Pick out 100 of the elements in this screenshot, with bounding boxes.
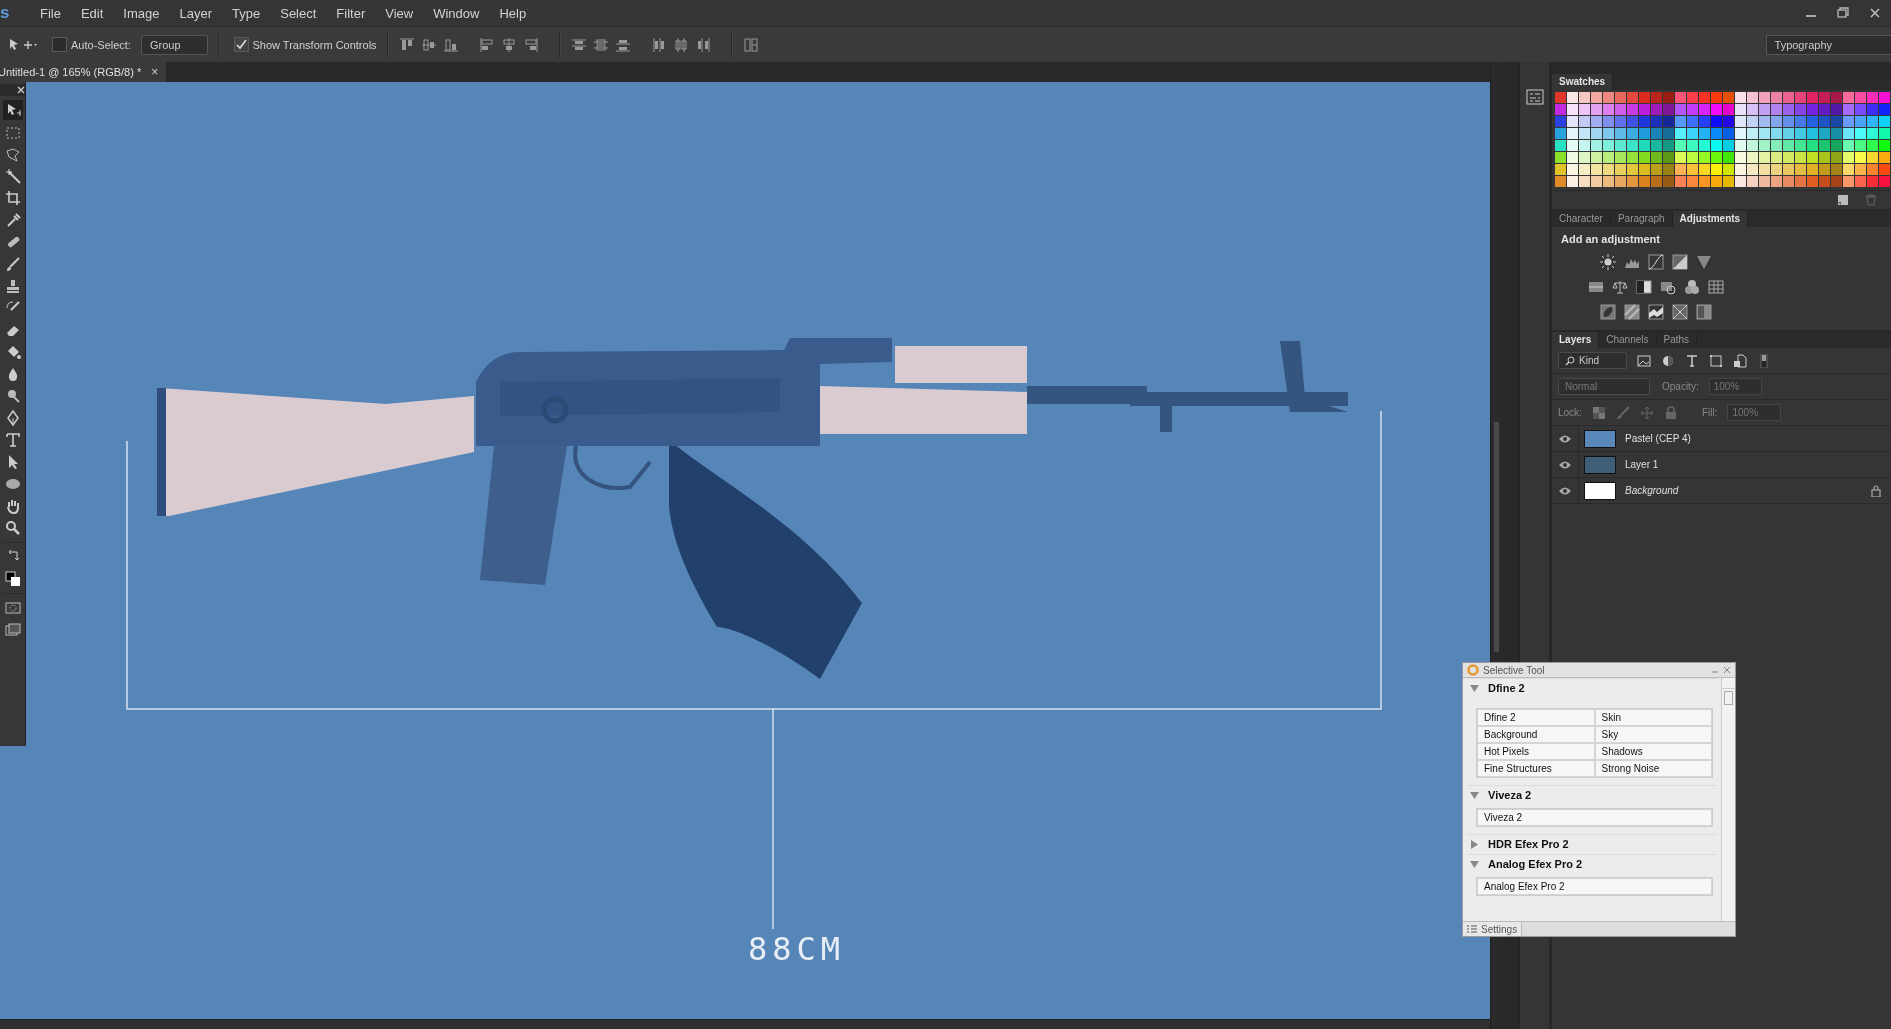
plugin-option[interactable]: Dfine 2: [1477, 709, 1595, 726]
menu-item[interactable]: File: [30, 5, 71, 21]
section-header[interactable]: HDR Efex Pro 2: [1467, 834, 1717, 854]
filter-dropdown[interactable]: Kind: [1558, 352, 1627, 369]
hand-tool-icon[interactable]: [4, 498, 21, 514]
align-left-icon[interactable]: [478, 36, 495, 53]
swatch-grid-drawing[interactable]: [1555, 92, 1891, 188]
menu-item[interactable]: Help: [489, 5, 537, 21]
hue-saturation-icon[interactable]: [1588, 279, 1604, 295]
marquee-tool-icon[interactable]: [4, 124, 21, 140]
section-header[interactable]: Analog Efex Pro 2: [1467, 854, 1717, 874]
collapse-triangle-icon[interactable]: [1470, 683, 1479, 693]
shape-filter-icon[interactable]: [1709, 353, 1723, 368]
exposure-icon[interactable]: [1672, 254, 1688, 270]
align-top-icon[interactable]: [398, 36, 415, 53]
grid-icon[interactable]: [1708, 279, 1724, 295]
menu-item[interactable]: Image: [113, 5, 170, 21]
plugin-option[interactable]: Hot Pixels: [1477, 743, 1595, 760]
checkbox[interactable]: [233, 37, 249, 52]
menu-item[interactable]: View: [375, 5, 424, 21]
align-middle-icon[interactable]: [420, 36, 437, 53]
move-tool-icon[interactable]: [8, 36, 38, 53]
restore-icon[interactable]: [1837, 7, 1849, 19]
panel-tab[interactable]: Channels: [1599, 332, 1657, 348]
brush-tool-icon[interactable]: [4, 256, 21, 272]
collapse-triangle-icon[interactable]: [1470, 859, 1479, 869]
distribute-top-icon[interactable]: [570, 36, 587, 53]
plugin-option[interactable]: Viveza 2: [1477, 809, 1712, 826]
panel-tab[interactable]: Adjustments: [1672, 211, 1749, 227]
menu-item[interactable]: Edit: [70, 5, 114, 21]
distribute-center-icon[interactable]: [672, 36, 689, 53]
ellipse-tool-icon[interactable]: [4, 476, 21, 492]
split-square-icon[interactable]: [1636, 279, 1652, 295]
menu-item[interactable]: Select: [270, 5, 327, 21]
layer-row[interactable]: Pastel (CEP 4): [1552, 426, 1891, 452]
section-header[interactable]: Viveza 2: [1467, 785, 1717, 805]
plugin-option[interactable]: Analog Efex Pro 2: [1477, 878, 1712, 895]
panel-tab[interactable]: Paragraph: [1610, 211, 1673, 227]
plugin-option[interactable]: Strong Noise: [1594, 760, 1712, 777]
close-icon[interactable]: [17, 86, 25, 94]
menu-item[interactable]: Layer: [169, 5, 223, 21]
magic-wand-tool-icon[interactable]: [4, 168, 21, 184]
align-bottom-icon[interactable]: [442, 36, 459, 53]
plugin-option[interactable]: Shadows: [1594, 743, 1712, 760]
smart-object-filter-icon[interactable]: [1733, 353, 1747, 368]
filter-toggle-icon[interactable]: [1757, 353, 1771, 368]
properties-icon[interactable]: [1525, 88, 1544, 106]
brightness-icon[interactable]: [1600, 254, 1616, 270]
panel-tab[interactable]: Layers: [1552, 332, 1600, 348]
layer-row[interactable]: Layer 1: [1552, 452, 1891, 478]
plugin-option[interactable]: Sky: [1594, 726, 1712, 743]
plugin-option[interactable]: Background: [1477, 726, 1595, 743]
plugin-option[interactable]: Skin: [1594, 709, 1712, 726]
threshold-icon[interactable]: [1648, 304, 1664, 320]
close-icon[interactable]: [1869, 7, 1881, 19]
group-dropdown[interactable]: Group: [140, 34, 208, 55]
distribute-left-icon[interactable]: [650, 36, 667, 53]
menu-item[interactable]: Filter: [326, 5, 376, 21]
eye-icon[interactable]: [1558, 459, 1572, 470]
channel-mixer-icon[interactable]: [1684, 279, 1700, 295]
menu-item[interactable]: Type: [222, 5, 271, 21]
quick-mask-icon[interactable]: [4, 600, 21, 616]
vibrance-icon[interactable]: [1696, 254, 1712, 270]
new-swatch-icon[interactable]: [1837, 194, 1849, 206]
panel-tab[interactable]: Character: [1552, 211, 1611, 227]
crop-tool-icon[interactable]: [4, 190, 21, 206]
stamp-tool-icon[interactable]: [4, 278, 21, 294]
close-tab-button[interactable]: ×: [151, 65, 159, 79]
scales-icon[interactable]: [1612, 279, 1628, 295]
align-center-icon[interactable]: [500, 36, 517, 53]
adjustment-filter-icon[interactable]: [1661, 353, 1675, 368]
type-filter-icon[interactable]: [1685, 353, 1699, 368]
move-tool-icon[interactable]: [4, 102, 21, 118]
eye-icon[interactable]: [1558, 485, 1572, 496]
plugin-option[interactable]: Fine Structures: [1477, 760, 1595, 777]
distribute-middle-icon[interactable]: [592, 36, 609, 53]
workspace-dropdown[interactable]: Typography: [1765, 34, 1891, 55]
auto-align-icon[interactable]: [742, 36, 759, 53]
image-filter-icon[interactable]: [1637, 353, 1651, 368]
layer-row[interactable]: Background: [1552, 478, 1891, 504]
posterize-icon[interactable]: [1624, 304, 1640, 320]
expand-triangle-icon[interactable]: [1470, 839, 1479, 849]
type-tool-icon[interactable]: [4, 432, 21, 448]
screen-mode-icon[interactable]: [4, 622, 21, 638]
invert-icon[interactable]: [1600, 304, 1616, 320]
collapse-triangle-icon[interactable]: [1470, 790, 1479, 800]
lock-pixels-icon[interactable]: [1591, 405, 1606, 420]
color-swatches-icon[interactable]: [4, 571, 21, 587]
panel-tab[interactable]: Swatches: [1552, 74, 1614, 90]
panel-tab[interactable]: Paths: [1656, 332, 1698, 348]
lasso-tool-icon[interactable]: [4, 146, 21, 162]
eye-icon[interactable]: [1558, 433, 1572, 444]
section-header[interactable]: Dfine 2: [1467, 678, 1717, 698]
align-right-icon[interactable]: [522, 36, 539, 53]
settings-tab[interactable]: Settings: [1463, 922, 1523, 936]
selective-color-icon[interactable]: [1672, 304, 1688, 320]
pen-tool-icon[interactable]: [4, 410, 21, 426]
zoom-tool-icon[interactable]: [4, 520, 21, 536]
menu-item[interactable]: Window: [423, 5, 490, 21]
camera-filter-icon[interactable]: [1660, 279, 1676, 295]
